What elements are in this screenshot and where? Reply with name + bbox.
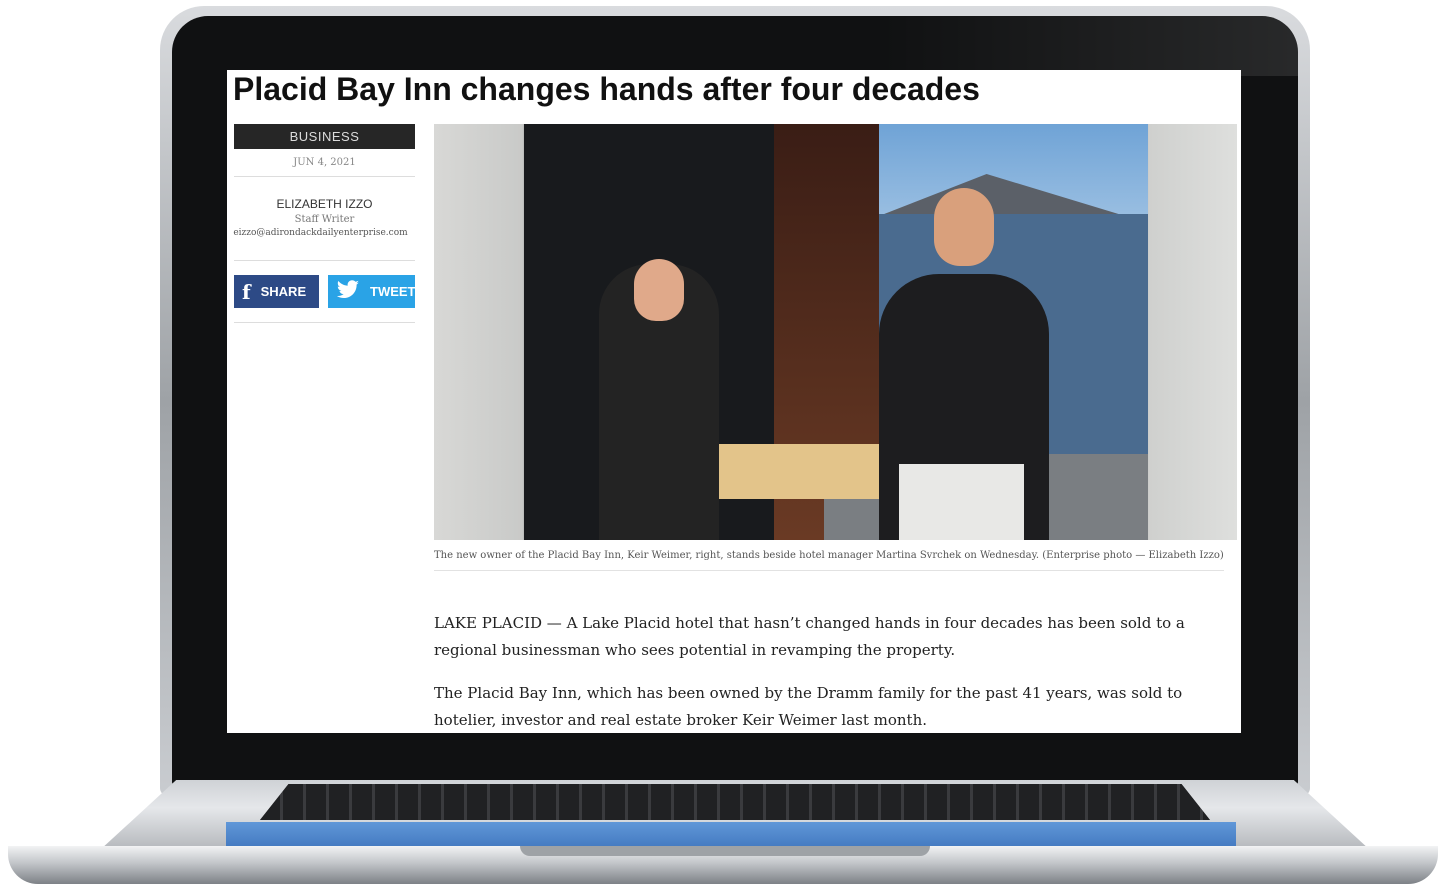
facebook-share-label: SHARE xyxy=(260,284,307,299)
bezel-glare xyxy=(880,16,1298,76)
photo-scene xyxy=(524,124,1148,540)
twitter-icon xyxy=(336,280,360,303)
article-photo[interactable] xyxy=(434,124,1237,540)
share-buttons: f SHARE TWEET xyxy=(234,261,416,323)
facebook-icon: f xyxy=(242,279,251,304)
author-role: Staff Writer xyxy=(294,214,355,225)
article-paragraph: The Placid Bay Inn, which has been owned… xyxy=(434,684,1183,729)
twitter-share-label: TWEET xyxy=(370,284,416,299)
laptop-notch xyxy=(520,846,930,856)
photo-person-right-head xyxy=(934,188,994,266)
section-link[interactable]: BUSINESS xyxy=(234,124,415,149)
photo-caption: The new owner of the Placid Bay Inn, Kei… xyxy=(434,547,1224,571)
laptop-screen: Placid Bay Inn changes hands after four … xyxy=(227,70,1241,733)
article-sidebar: BUSINESS JUN 4, 2021 ELIZABETH IZZO Staf… xyxy=(233,124,416,323)
photo-person-right-legs xyxy=(899,464,1024,540)
laptop-keyboard xyxy=(260,784,1210,820)
author-block: ELIZABETH IZZO Staff Writer eizzo@adiron… xyxy=(233,177,415,261)
article-paragraph: LAKE PLACID — A Lake Placid hotel that h… xyxy=(434,614,1185,659)
author-email[interactable]: eizzo@adirondackdailyenterprise.com xyxy=(227,228,415,238)
author-name[interactable]: ELIZABETH IZZO xyxy=(234,197,415,211)
screen-reflection xyxy=(226,822,1236,846)
facebook-share-button[interactable]: f SHARE xyxy=(234,275,319,308)
publish-date: JUN 4, 2021 xyxy=(234,157,415,177)
photo-person-left-head xyxy=(634,259,684,321)
twitter-share-button[interactable]: TWEET xyxy=(328,275,416,308)
article-headline: Placid Bay Inn changes hands after four … xyxy=(233,71,980,107)
article-body: LAKE PLACID — A Lake Placid hotel that h… xyxy=(434,610,1224,733)
